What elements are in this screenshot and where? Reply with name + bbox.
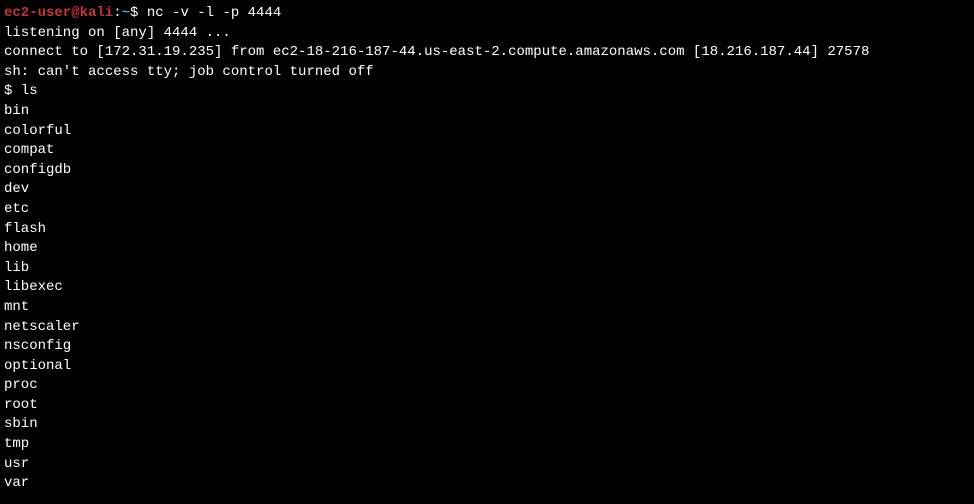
ls-output-container: bincolorfulcompatconfigdbdevetcflashhome… [4, 102, 970, 494]
list-item: dev [4, 180, 970, 200]
output-listening: listening on [any] 4444 ... [4, 24, 970, 44]
list-item: bin [4, 102, 970, 122]
list-item: netscaler [4, 318, 970, 338]
list-item: libexec [4, 278, 970, 298]
prompt-symbol: $ [130, 5, 147, 21]
terminal-window[interactable]: ec2-user@kali:~$ nc -v -l -p 4444listeni… [4, 4, 970, 494]
list-item: compat [4, 141, 970, 161]
list-item: tmp [4, 435, 970, 455]
output-connect: connect to [172.31.19.235] from ec2-18-2… [4, 43, 970, 63]
list-item: mnt [4, 298, 970, 318]
list-item: sbin [4, 415, 970, 435]
prompt-symbol-2: $ [4, 83, 21, 99]
command-text: nc -v -l -p 4444 [147, 5, 281, 21]
list-item: root [4, 396, 970, 416]
prompt-line-1: ec2-user@kali:~$ nc -v -l -p 4444 [4, 4, 970, 24]
list-item: lib [4, 259, 970, 279]
list-item: configdb [4, 161, 970, 181]
list-item: colorful [4, 122, 970, 142]
list-item: etc [4, 200, 970, 220]
list-item: optional [4, 357, 970, 377]
prompt-separator: : [113, 5, 121, 21]
list-item: flash [4, 220, 970, 240]
prompt-line-2: $ ls [4, 82, 970, 102]
list-item: home [4, 239, 970, 259]
list-item: proc [4, 376, 970, 396]
list-item: var [4, 474, 970, 494]
prompt-user-host: ec2-user@kali [4, 5, 113, 21]
output-sh-error: sh: can't access tty; job control turned… [4, 63, 970, 83]
command-text-2: ls [21, 83, 38, 99]
list-item: nsconfig [4, 337, 970, 357]
prompt-path: ~ [122, 5, 130, 21]
list-item: usr [4, 455, 970, 475]
